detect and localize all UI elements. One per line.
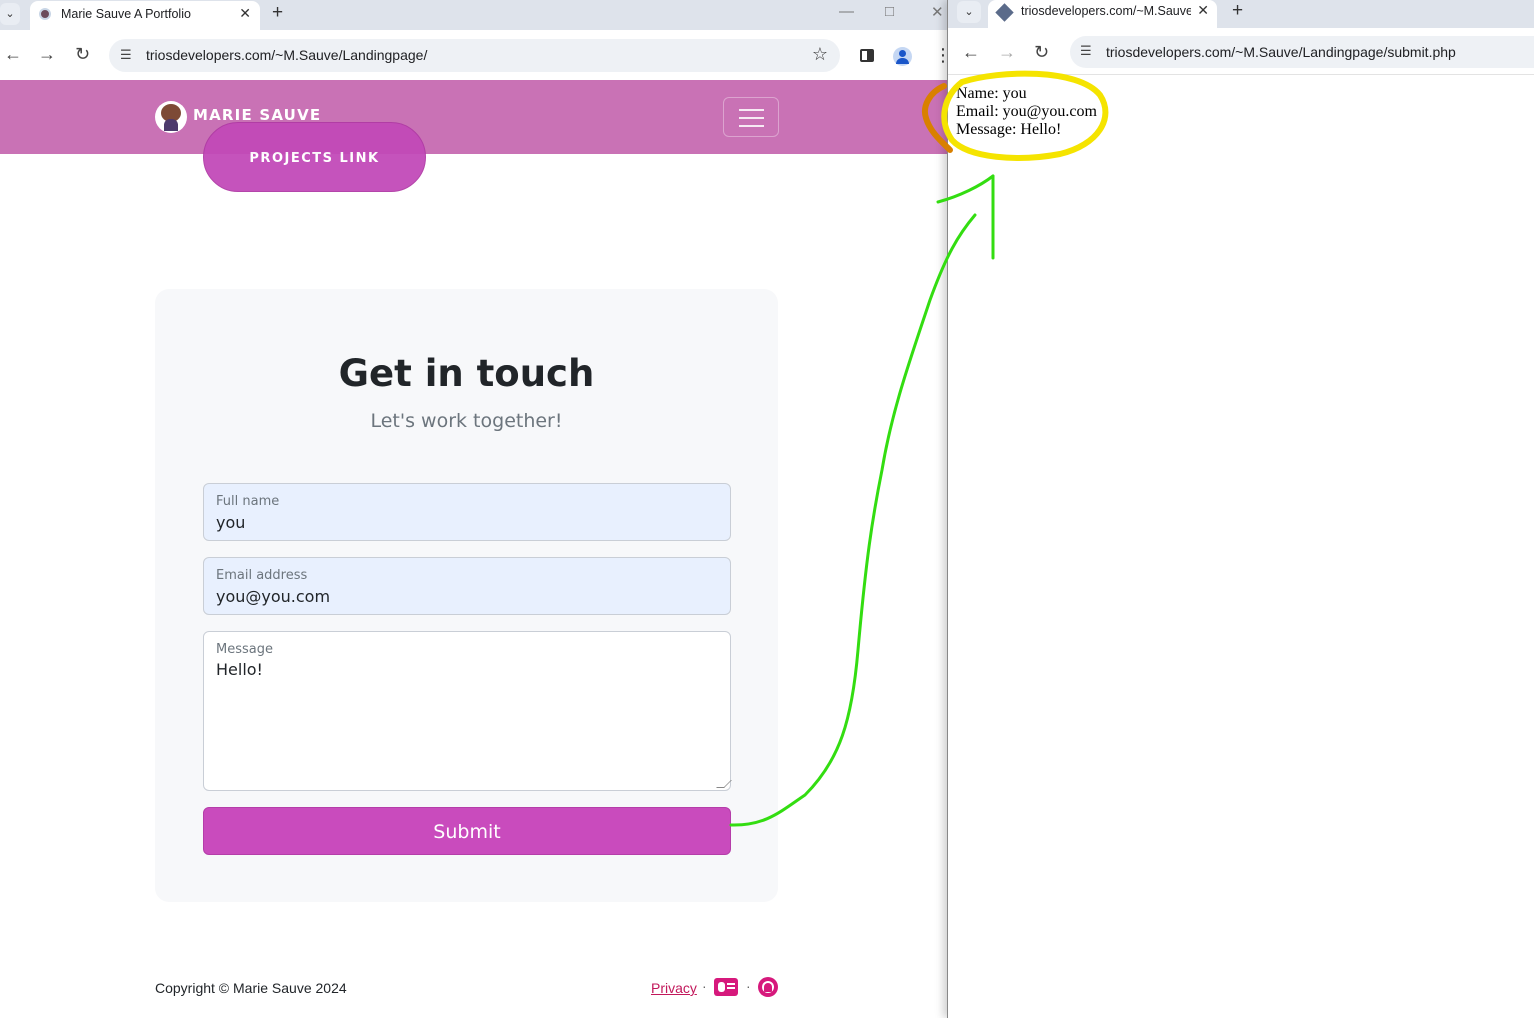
full-name-field[interactable]: Full name you	[203, 483, 731, 541]
email-label: Email address	[216, 568, 308, 583]
full-name-label: Full name	[216, 494, 280, 509]
maximize-icon[interactable]: □	[885, 3, 894, 20]
back-arrow-icon[interactable]: ←	[962, 42, 980, 63]
tab-title: triosdevelopers.com/~M.Sauve	[1021, 4, 1191, 18]
email-field[interactable]: Email address you@you.com	[203, 557, 731, 615]
close-tab-icon[interactable]: ✕	[239, 5, 251, 22]
email-value[interactable]: you@you.com	[216, 587, 330, 606]
close-tab-icon[interactable]: ✕	[1197, 2, 1209, 19]
browser-menu-icon[interactable]: ⋮	[934, 45, 947, 66]
right-toolbar: ← → ↻ ☰ triosdevelopers.com/~M.Sauve/Lan…	[948, 28, 1534, 75]
result-email-line: Email: you@you.com	[956, 103, 1097, 120]
new-tab-icon[interactable]: +	[272, 2, 283, 24]
right-browser-window: ⌄ triosdevelopers.com/~M.Sauve ✕ + ← → ↻…	[947, 0, 1534, 1018]
site-navbar	[0, 80, 947, 154]
contact-subtitle: Let's work together!	[370, 410, 563, 432]
copyright-text: Copyright © Marie Sauve 2024	[155, 980, 347, 996]
new-tab-icon[interactable]: +	[1232, 0, 1243, 22]
reload-icon[interactable]: ↻	[1034, 42, 1049, 63]
reload-icon[interactable]: ↻	[75, 44, 90, 65]
side-panel-icon[interactable]	[860, 49, 874, 62]
tab-submit[interactable]: triosdevelopers.com/~M.Sauve ✕	[988, 0, 1217, 28]
right-tab-strip: ⌄ triosdevelopers.com/~M.Sauve ✕ +	[948, 0, 1534, 28]
address-url[interactable]: triosdevelopers.com/~M.Sauve/Landingpage…	[146, 47, 427, 63]
contact-card-icon[interactable]	[714, 978, 738, 996]
github-icon[interactable]	[758, 977, 778, 997]
portfolio-favicon-icon	[39, 8, 51, 20]
hamburger-menu-icon[interactable]	[723, 97, 779, 137]
profile-avatar-icon[interactable]	[893, 47, 912, 66]
footer-separator: ·	[702, 978, 707, 994]
bookmark-star-icon[interactable]: ☆	[812, 44, 828, 65]
left-toolbar: ← → ↻ ☰ triosdevelopers.com/~M.Sauve/Lan…	[0, 30, 947, 80]
tab-search-chevron-icon[interactable]: ⌄	[957, 1, 981, 23]
site-settings-icon[interactable]: ☰	[120, 47, 132, 63]
message-field[interactable]: Message Hello!	[203, 631, 732, 791]
tab-portfolio[interactable]: Marie Sauve A Portfolio ✕	[30, 1, 260, 30]
tab-search-chevron-icon[interactable]: ⌄	[0, 3, 20, 25]
brand-avatar[interactable]	[155, 101, 187, 133]
left-tab-strip: ⌄ Marie Sauve A Portfolio ✕ + — □ ✕	[0, 0, 947, 30]
close-window-icon[interactable]: ✕	[931, 3, 944, 21]
full-name-value[interactable]: you	[216, 513, 245, 532]
footer-separator: ·	[746, 978, 751, 994]
result-name-line: Name: you	[956, 85, 1027, 102]
site-settings-icon[interactable]: ☰	[1080, 43, 1092, 59]
contact-title: Get in touch	[338, 352, 595, 395]
forward-arrow-icon[interactable]: →	[38, 44, 56, 65]
message-label: Message	[216, 642, 273, 657]
submit-label: Submit	[433, 821, 501, 843]
left-browser-window: ⌄ Marie Sauve A Portfolio ✕ + — □ ✕ ← → …	[0, 0, 947, 1018]
message-value[interactable]: Hello!	[216, 660, 263, 679]
privacy-link[interactable]: Privacy	[651, 980, 697, 996]
address-bar[interactable]: ☰ triosdevelopers.com/~M.Sauve/Landingpa…	[1070, 36, 1534, 68]
back-arrow-icon[interactable]: ←	[4, 44, 22, 65]
forward-arrow-icon[interactable]: →	[998, 42, 1016, 63]
projects-link-button[interactable]: PROJECTS LINK	[203, 122, 426, 192]
address-bar[interactable]: ☰ triosdevelopers.com/~M.Sauve/Landingpa…	[109, 39, 840, 72]
tab-title: Marie Sauve A Portfolio	[61, 7, 191, 21]
address-url[interactable]: triosdevelopers.com/~M.Sauve/Landingpage…	[1106, 44, 1456, 60]
minimize-icon[interactable]: —	[839, 3, 854, 20]
projects-link-label: PROJECTS LINK	[249, 151, 380, 166]
result-message-line: Message: Hello!	[956, 121, 1062, 138]
textarea-resize-handle[interactable]	[716, 780, 732, 788]
submit-button[interactable]: Submit	[203, 807, 731, 855]
site-favicon-icon	[995, 3, 1014, 22]
